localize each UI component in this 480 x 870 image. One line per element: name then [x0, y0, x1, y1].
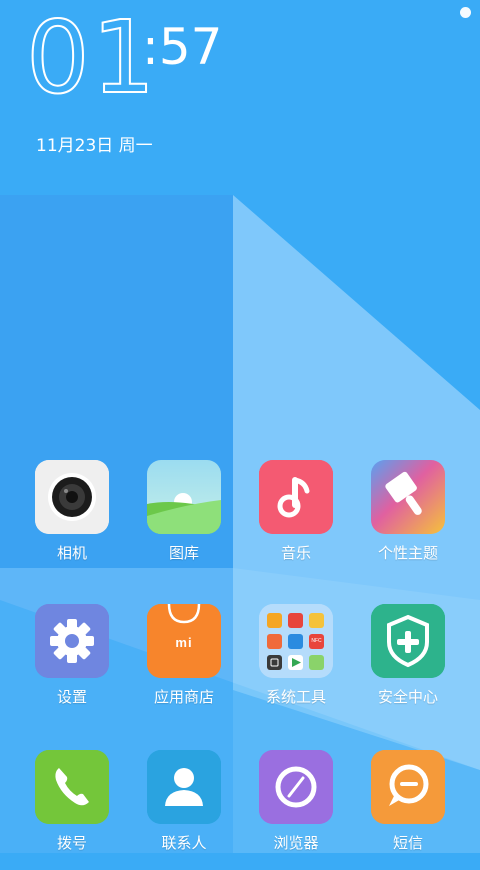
mi-store-icon: mi	[147, 604, 221, 678]
shield-plus-icon	[371, 604, 445, 678]
app-label: 相机	[56, 544, 87, 562]
app-label: 拨号	[56, 834, 87, 852]
app-label: 应用商店	[153, 688, 214, 706]
app-label: 个性主题	[377, 544, 438, 562]
contact-icon	[147, 750, 221, 824]
message-icon	[371, 750, 445, 824]
app-phone[interactable]: 拨号	[16, 750, 128, 870]
app-messages[interactable]: 短信	[352, 750, 464, 870]
app-gallery[interactable]: 图库	[128, 460, 240, 580]
mi-store-badge: mi	[175, 635, 193, 650]
app-settings[interactable]: 设置	[16, 604, 128, 724]
app-browser[interactable]: 浏览器	[240, 750, 352, 870]
clock-minute: :57	[142, 18, 223, 76]
gallery-icon	[147, 460, 221, 534]
app-theme[interactable]: 个性主题	[352, 460, 464, 580]
app-music[interactable]: 音乐	[240, 460, 352, 580]
folder-icon: NFC	[259, 604, 333, 678]
app-label: 图库	[168, 544, 199, 562]
phone-icon	[35, 750, 109, 824]
folder-nfc-label: NFC	[311, 638, 322, 644]
app-camera[interactable]: 相机	[16, 460, 128, 580]
camera-icon	[35, 460, 109, 534]
app-label: 音乐	[280, 544, 311, 562]
app-store[interactable]: mi 应用商店	[128, 604, 240, 724]
app-contacts[interactable]: 联系人	[128, 750, 240, 870]
browser-icon	[259, 750, 333, 824]
app-label: 短信	[392, 834, 423, 852]
app-label: 设置	[56, 688, 87, 706]
clock-widget[interactable]: 01 :57 11月23日 周一	[0, 0, 480, 170]
clock-hour: 01	[25, 0, 158, 116]
app-label: 浏览器	[273, 834, 319, 852]
gear-icon	[35, 604, 109, 678]
music-icon	[259, 460, 333, 534]
theme-brush-icon	[371, 460, 445, 534]
app-security[interactable]: 安全中心	[352, 604, 464, 724]
app-label: 安全中心	[377, 688, 438, 706]
app-label: 联系人	[161, 834, 207, 852]
app-folder-system-tools[interactable]: NFC 系统工具	[240, 604, 352, 724]
app-label: 系统工具	[265, 688, 326, 706]
clock-date: 11月23日 周一	[36, 136, 153, 156]
